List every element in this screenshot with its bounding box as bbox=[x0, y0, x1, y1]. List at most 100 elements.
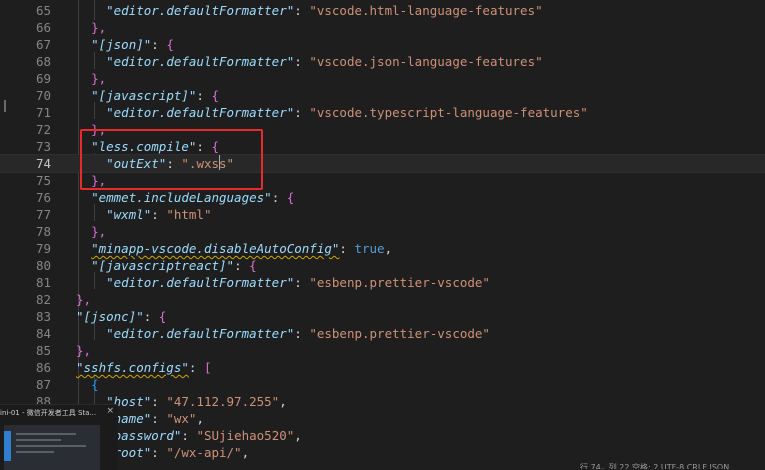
line-number: 81 bbox=[35, 275, 51, 290]
code-token: "47.112.97.255" bbox=[166, 394, 280, 409]
line-code: "sshfs.configs": [ bbox=[76, 359, 211, 376]
line-number: 80 bbox=[35, 258, 51, 273]
line-code: "[json]": { bbox=[76, 36, 174, 53]
preview-sidebar bbox=[4, 431, 11, 461]
line-number: 74 bbox=[35, 156, 51, 171]
code-line[interactable]: 77 "wxml": "html" bbox=[0, 206, 765, 223]
line-code: "editor.defaultFormatter": "vscode.html-… bbox=[76, 2, 543, 19]
code-token: "vscode.typescript-language-features" bbox=[309, 105, 588, 120]
code-token: "[javascriptreact]" bbox=[91, 258, 235, 273]
code-token: "vscode.html-language-features" bbox=[309, 3, 543, 18]
code-token: "html" bbox=[166, 207, 212, 222]
line-code: "editor.defaultFormatter": "vscode.types… bbox=[76, 104, 588, 121]
code-token: "[javascript]" bbox=[91, 88, 197, 103]
code-line[interactable]: 69 }, bbox=[0, 70, 765, 87]
code-token: "[json]" bbox=[91, 37, 152, 52]
line-number: 77 bbox=[35, 207, 51, 222]
line-code: }, bbox=[76, 223, 106, 240]
code-token: { bbox=[249, 258, 257, 273]
line-code: "wxml": "html" bbox=[76, 206, 211, 223]
code-token: : bbox=[339, 241, 355, 256]
code-line[interactable]: 83 "[jsonc]": { bbox=[0, 308, 765, 325]
line-code: }, bbox=[76, 342, 91, 359]
code-token: : bbox=[143, 309, 159, 324]
window-preview-title: ini-01 - 微信开发者工具 Sta... bbox=[0, 409, 97, 417]
line-number: 68 bbox=[35, 54, 51, 69]
code-token: "minapp-vscode.disableAutoConfig" bbox=[91, 241, 340, 256]
code-token: : bbox=[294, 326, 310, 341]
line-code: }, bbox=[76, 19, 106, 36]
code-token: : bbox=[151, 37, 167, 52]
code-token: "esbenp.prettier-vscode" bbox=[309, 326, 490, 341]
code-token: "/wx-api/" bbox=[166, 445, 242, 460]
line-number: 79 bbox=[35, 241, 51, 256]
code-line[interactable]: 68 "editor.defaultFormatter": "vscode.js… bbox=[0, 53, 765, 70]
line-number: 86 bbox=[35, 360, 51, 375]
code-token: : bbox=[151, 394, 167, 409]
line-code: "emmet.includeLanguages": { bbox=[76, 189, 294, 206]
preview-row bbox=[16, 445, 86, 447]
taskbar-window-preview[interactable]: ini-01 - 微信开发者工具 Sta... × bbox=[0, 404, 118, 470]
line-number: 78 bbox=[35, 224, 51, 239]
code-line[interactable]: 78 }, bbox=[0, 223, 765, 240]
code-token: "esbenp.prettier-vscode" bbox=[309, 275, 490, 290]
code-line[interactable]: 82}, bbox=[0, 291, 765, 308]
line-number: 72 bbox=[35, 122, 51, 137]
code-token: { bbox=[91, 377, 99, 392]
code-line[interactable]: 79 "minapp-vscode.disableAutoConfig": tr… bbox=[0, 240, 765, 257]
line-code: "minapp-vscode.disableAutoConfig": true, bbox=[76, 240, 392, 257]
code-token: : bbox=[188, 360, 204, 375]
line-code: "[javascriptreact]": { bbox=[76, 257, 257, 274]
code-line[interactable]: 81 "editor.defaultFormatter": "esbenp.pr… bbox=[0, 274, 765, 291]
line-number: 69 bbox=[35, 71, 51, 86]
code-line[interactable]: 66 }, bbox=[0, 19, 765, 36]
preview-row bbox=[16, 433, 76, 435]
line-code: "editor.defaultFormatter": "esbenp.prett… bbox=[76, 274, 490, 291]
code-line[interactable]: 76 "emmet.includeLanguages": { bbox=[0, 189, 765, 206]
line-code: }, bbox=[76, 291, 91, 308]
code-token: "editor.defaultFormatter" bbox=[106, 326, 295, 341]
code-token: : bbox=[151, 207, 167, 222]
code-line[interactable]: 70 "[javascript]": { bbox=[0, 87, 765, 104]
code-token: : bbox=[294, 275, 310, 290]
code-line[interactable]: 67 "[json]": { bbox=[0, 36, 765, 53]
line-number: 66 bbox=[35, 20, 51, 35]
code-token: : bbox=[234, 258, 250, 273]
line-code: "editor.defaultFormatter": "vscode.json-… bbox=[76, 53, 543, 70]
code-line[interactable]: 65 "editor.defaultFormatter": "vscode.ht… bbox=[0, 2, 765, 19]
code-token: "[jsonc]" bbox=[76, 309, 144, 324]
code-token: "editor.defaultFormatter" bbox=[106, 3, 295, 18]
line-code: "editor.defaultFormatter": "esbenp.prett… bbox=[76, 325, 490, 342]
line-code: { bbox=[76, 376, 99, 393]
line-number: 75 bbox=[35, 173, 51, 188]
code-token: "wxml" bbox=[106, 207, 152, 222]
code-token: { bbox=[211, 88, 220, 103]
close-icon[interactable]: × bbox=[106, 406, 114, 416]
code-line[interactable]: 86 "sshfs.configs": [ bbox=[0, 359, 765, 376]
code-token: }, bbox=[76, 343, 92, 358]
code-line[interactable]: 84 "editor.defaultFormatter": "esbenp.pr… bbox=[0, 325, 765, 342]
code-line[interactable]: 87 { bbox=[0, 376, 765, 393]
code-line[interactable]: 80 "[javascriptreact]": { bbox=[0, 257, 765, 274]
code-token: , bbox=[384, 241, 393, 256]
code-line[interactable]: 71 "editor.defaultFormatter": "vscode.ty… bbox=[0, 104, 765, 121]
code-token: "editor.defaultFormatter" bbox=[106, 275, 295, 290]
code-token: }, bbox=[91, 224, 107, 239]
code-editor[interactable]: 65 "editor.defaultFormatter": "vscode.ht… bbox=[0, 0, 765, 469]
code-token: : bbox=[151, 411, 167, 426]
code-line[interactable]: 85}, bbox=[0, 342, 765, 359]
status-bar-fragment: 行 74，列 22 空格: 2 UTF-8 CRLF JSON bbox=[580, 463, 730, 469]
code-token: "sshfs.configs" bbox=[76, 360, 189, 375]
